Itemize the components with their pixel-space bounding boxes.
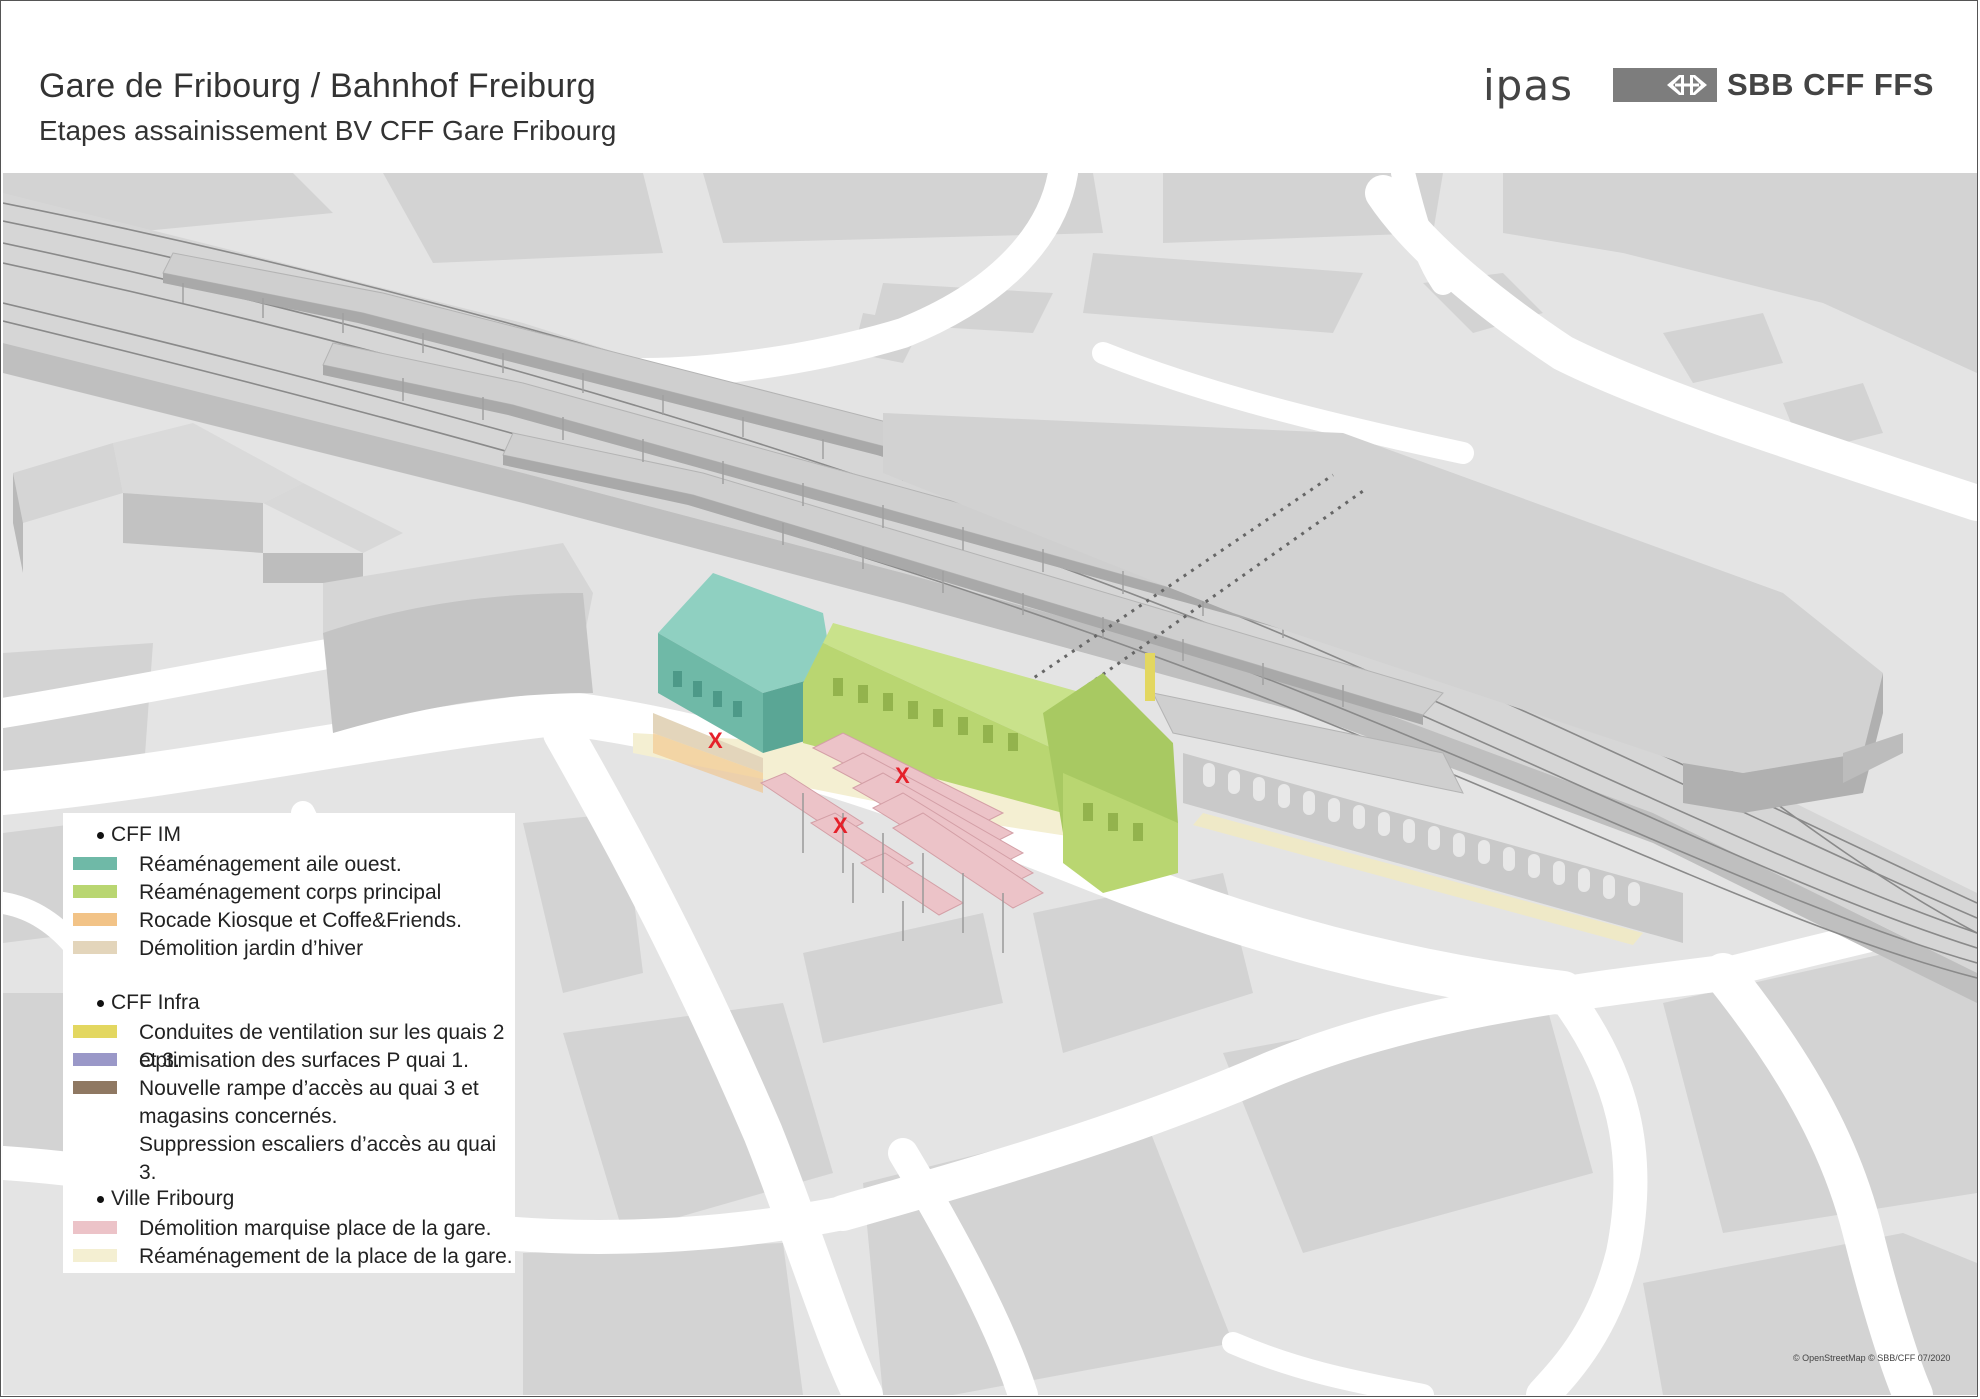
ipas-logo: ipas	[1483, 61, 1573, 110]
legend-label: Rocade Kiosque et Coffe&Friends.	[139, 909, 462, 932]
legend-swatch	[73, 1025, 117, 1038]
legend-label: Optimisation des surfaces P quai 1.	[139, 1049, 469, 1072]
legend-label: Démolition jardin d’hiver	[139, 937, 364, 960]
legend-label: Réaménagement aile ouest.	[139, 853, 402, 876]
legend-group-title: Ville Fribourg	[96, 1187, 235, 1210]
legend-label: Réaménagement corps principal	[139, 881, 442, 904]
legend-item: Nouvelle rampe d’accès au quai 3 et maga…	[73, 1075, 515, 1187]
copyright-notice: © OpenStreetMap © SBB/CFF 07/2020	[1793, 1353, 1951, 1363]
legend-swatch	[73, 857, 117, 870]
legend-label: Démolition marquise place de la gare.	[139, 1217, 492, 1240]
sbb-flag-icon	[1613, 68, 1717, 102]
legend-item: Réaménagement de la place de la gare.	[73, 1243, 513, 1271]
legend-label: Réaménagement de la place de la gare.	[139, 1245, 513, 1268]
legend-swatch	[73, 1081, 117, 1094]
poster-frame: Gare de Fribourg / Bahnhof Freiburg Etap…	[0, 0, 1978, 1397]
page-title: Gare de Fribourg / Bahnhof Freiburg	[39, 67, 596, 105]
demolition-marker: X	[895, 763, 910, 788]
legend-group-title: CFF Infra	[97, 991, 200, 1014]
legend-swatch	[73, 1053, 117, 1066]
map-legend: CFF IM Réaménagement aile ouest. Réaména…	[63, 813, 515, 1273]
legend-swatch	[73, 941, 117, 954]
legend-swatch	[73, 913, 117, 926]
legend-swatch	[73, 1249, 117, 1262]
double-arrow-icon	[1667, 75, 1707, 95]
demolition-marker: X	[708, 728, 723, 753]
legend-item: Démolition marquise place de la gare.	[73, 1215, 492, 1243]
legend-item: Réaménagement corps principal	[73, 879, 441, 907]
legend-item: Rocade Kiosque et Coffe&Friends.	[73, 907, 462, 935]
legend-label: Nouvelle rampe d’accès au quai 3 et maga…	[139, 1077, 497, 1184]
page-subtitle: Etapes assainissement BV CFF Gare Fribou…	[39, 115, 617, 146]
legend-item: Réaménagement aile ouest.	[73, 851, 402, 879]
demolition-marker: X	[833, 813, 848, 838]
sbb-logo: SBB CFF FFS	[1613, 67, 1934, 103]
legend-item: Optimisation des surfaces P quai 1.	[73, 1047, 469, 1075]
legend-swatch	[73, 1221, 117, 1234]
legend-item: Démolition jardin d’hiver	[73, 935, 363, 963]
sbb-wordmark: SBB CFF FFS	[1727, 67, 1934, 102]
legend-swatch	[73, 885, 117, 898]
legend-group-title: CFF IM	[97, 823, 181, 846]
